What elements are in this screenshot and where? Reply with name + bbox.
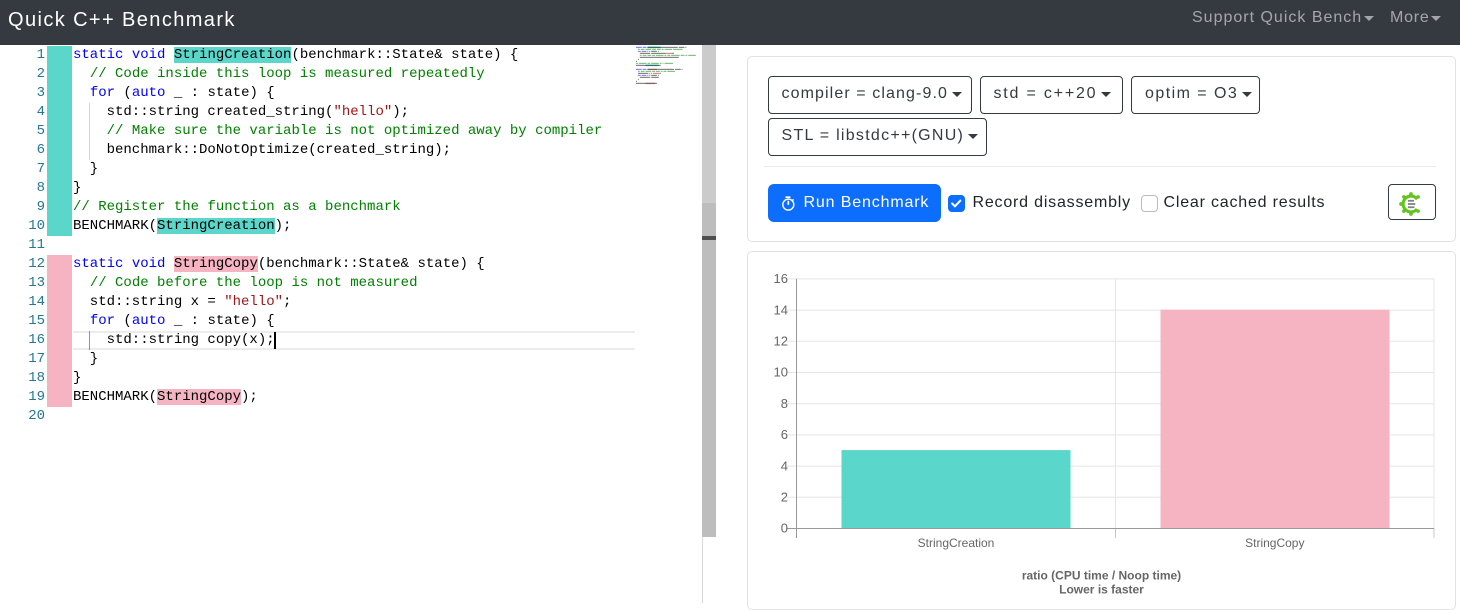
- svg-text:16: 16: [773, 271, 787, 286]
- svg-text:0: 0: [780, 520, 787, 535]
- svg-text:10: 10: [773, 364, 787, 379]
- svg-text:14: 14: [773, 302, 787, 317]
- svg-text:4: 4: [780, 458, 787, 473]
- svg-text:StringCreation: StringCreation: [917, 536, 994, 550]
- svg-text:2: 2: [780, 489, 787, 504]
- svg-text:StringCopy: StringCopy: [1245, 536, 1304, 550]
- svg-text:6: 6: [780, 427, 787, 442]
- svg-text:ratio (CPU time / Noop time): ratio (CPU time / Noop time): [1021, 568, 1180, 582]
- svg-text:12: 12: [773, 333, 787, 348]
- svg-text:8: 8: [780, 395, 787, 410]
- svg-text:Lower is faster: Lower is faster: [1059, 582, 1144, 596]
